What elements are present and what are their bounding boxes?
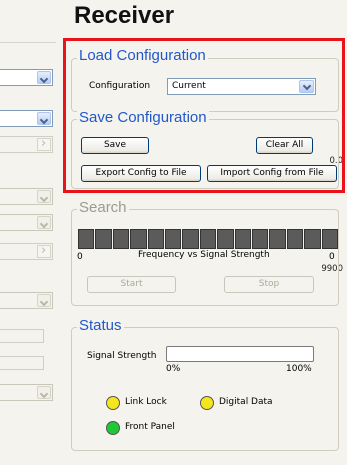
status-title: Status bbox=[77, 317, 124, 334]
chevron-down-icon[interactable] bbox=[37, 216, 51, 229]
frequency-cell bbox=[147, 229, 165, 249]
frequency-cell bbox=[286, 229, 304, 249]
start-button[interactable]: Start bbox=[87, 276, 176, 293]
left-field-2[interactable] bbox=[0, 356, 44, 370]
digital-data-led-icon bbox=[200, 396, 214, 410]
front-panel-led-icon bbox=[106, 421, 120, 435]
left-dropdown-3[interactable] bbox=[0, 188, 53, 205]
frequency-caption: Frequency vs Signal Strength bbox=[138, 250, 270, 260]
frequency-cell bbox=[95, 229, 112, 249]
frequency-cell bbox=[234, 229, 252, 249]
signal-max-label: 100% bbox=[286, 364, 312, 374]
link-lock-label: Link Lock bbox=[125, 397, 167, 407]
search-title: Search bbox=[77, 199, 129, 216]
chevron-down-icon[interactable] bbox=[37, 386, 51, 399]
left-dropdown-5[interactable] bbox=[0, 292, 53, 309]
frequency-cell bbox=[252, 229, 269, 249]
chevron-down-icon[interactable] bbox=[37, 71, 51, 84]
frequency-min-label: 0 bbox=[77, 252, 83, 262]
highlight-box bbox=[63, 38, 345, 193]
frequency-cell bbox=[217, 229, 234, 249]
frequency-cell bbox=[182, 229, 199, 249]
chevron-right-icon[interactable] bbox=[37, 136, 51, 151]
front-panel-label: Front Panel bbox=[125, 422, 175, 432]
frequency-cell bbox=[78, 229, 95, 249]
left-dropdown-1[interactable] bbox=[0, 69, 53, 86]
left-dropdown-2[interactable] bbox=[0, 110, 53, 127]
chevron-down-icon[interactable] bbox=[37, 112, 51, 125]
frequency-bar bbox=[78, 229, 339, 249]
stop-button[interactable]: Stop bbox=[224, 276, 314, 293]
frequency-cell bbox=[165, 229, 182, 249]
left-stepper-1[interactable] bbox=[0, 136, 53, 153]
digital-data-label: Digital Data bbox=[219, 397, 273, 407]
page-title: Receiver bbox=[74, 2, 175, 29]
left-stepper-2[interactable] bbox=[0, 243, 53, 260]
left-field-1[interactable] bbox=[0, 329, 44, 343]
frequency-cell bbox=[269, 229, 286, 249]
frequency-cell bbox=[199, 229, 217, 249]
frequency-cell bbox=[130, 229, 147, 249]
left-dropdown-4[interactable] bbox=[0, 214, 53, 231]
chevron-down-icon[interactable] bbox=[37, 190, 51, 203]
frequency-max-label: 0 bbox=[329, 252, 335, 262]
signal-min-label: 0% bbox=[166, 364, 181, 374]
chevron-right-icon[interactable] bbox=[37, 243, 51, 258]
frequency-cell bbox=[321, 229, 339, 249]
chevron-down-icon[interactable] bbox=[37, 294, 51, 307]
left-dropdown-6[interactable] bbox=[0, 384, 53, 401]
frequency-cell bbox=[304, 229, 321, 249]
frequency-cell bbox=[112, 229, 130, 249]
link-lock-led-icon bbox=[106, 396, 120, 410]
signal-strength-bar bbox=[166, 346, 314, 362]
signal-strength-label: Signal Strength bbox=[87, 351, 157, 361]
